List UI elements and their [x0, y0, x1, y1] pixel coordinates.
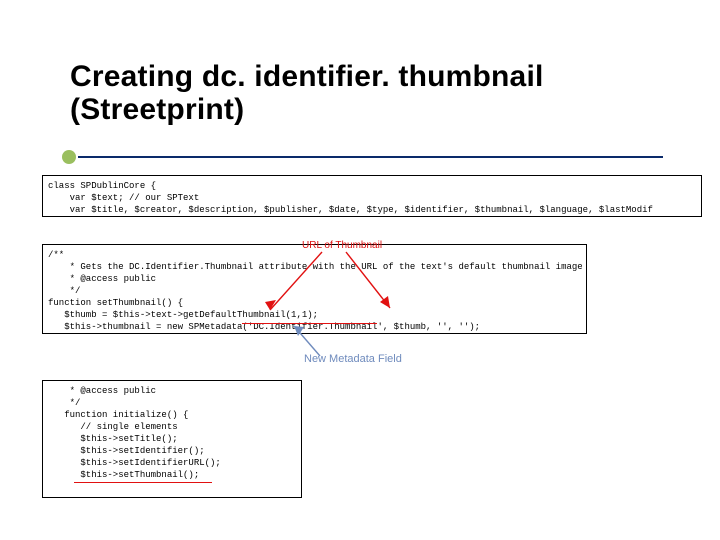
- bullet-decoration: [62, 150, 76, 164]
- annotation-url-of-thumbnail: URL of Thumbnail: [302, 240, 382, 251]
- red-underline-setthumbnail: [74, 482, 212, 483]
- code-block-set-thumbnail: /** * Gets the DC.Identifier.Thumbnail a…: [42, 244, 587, 334]
- slide-title: Creating dc. identifier. thumbnail (Stre…: [70, 60, 544, 126]
- code-block-class-decl: class SPDublinCore { var $text; // our S…: [42, 175, 702, 217]
- slide: Creating dc. identifier. thumbnail (Stre…: [0, 0, 720, 540]
- horizontal-rule: [78, 156, 663, 158]
- code-block-initialize: * @access public */ function initialize(…: [42, 380, 302, 498]
- annotation-new-metadata-field: New Metadata Field: [304, 353, 402, 365]
- red-underline-metadata: [242, 323, 377, 324]
